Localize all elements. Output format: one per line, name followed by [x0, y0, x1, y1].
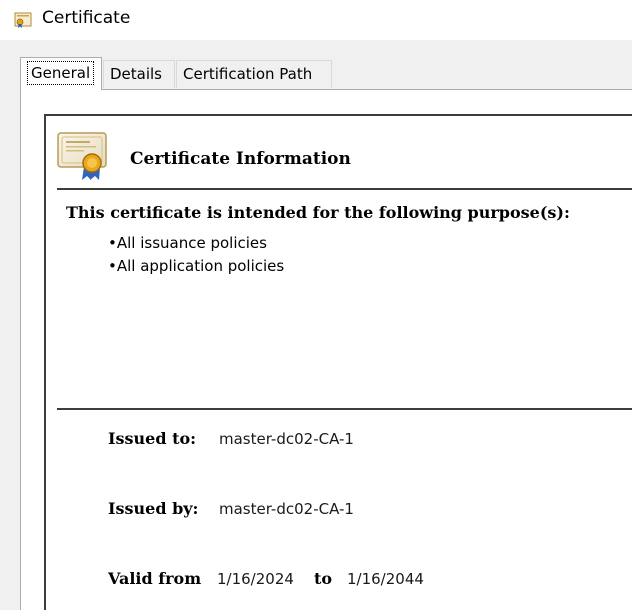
tab-certification-path[interactable]: Certification Path: [176, 60, 332, 88]
purpose-heading: This certificate is intended for the fol…: [66, 203, 570, 222]
purpose-divider: [57, 408, 632, 410]
certificate-icon: [14, 12, 32, 28]
certificate-icon: [57, 132, 107, 180]
issued-to-label: Issued to:: [108, 429, 197, 448]
purpose-item: All issuance policies: [108, 232, 284, 255]
tab-general-label: General: [27, 61, 95, 85]
issued-by-label: Issued by:: [108, 499, 199, 518]
purpose-list: All issuance policies All application po…: [108, 232, 284, 278]
valid-from-value: 1/16/2024: [217, 570, 294, 588]
issued-by-value: master-dc02-CA-1: [219, 500, 354, 518]
tab-general[interactable]: General: [20, 57, 102, 90]
header-divider: [57, 188, 632, 190]
tab-details[interactable]: Details: [103, 60, 175, 88]
valid-to-value: 1/16/2044: [347, 570, 424, 588]
valid-from-label: Valid from: [108, 569, 202, 588]
title-bar[interactable]: Certificate: [0, 0, 632, 40]
window-title: Certificate: [42, 8, 131, 28]
valid-to-label: to: [314, 569, 333, 588]
issued-to-value: master-dc02-CA-1: [219, 430, 354, 448]
certificate-info-heading: Certificate Information: [130, 149, 351, 169]
purpose-item: All application policies: [108, 255, 284, 278]
